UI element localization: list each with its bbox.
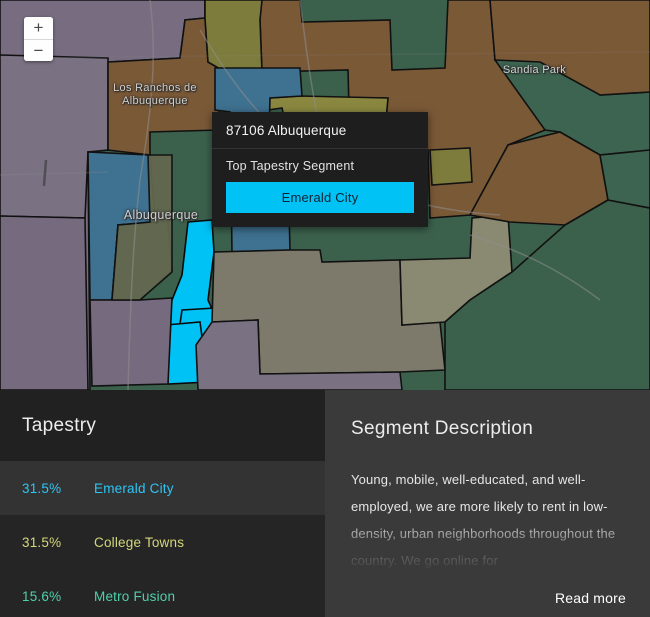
- segment-description-panel: Segment Description Young, mobile, well-…: [325, 390, 650, 617]
- description-text-wrapper: Young, mobile, well-educated, and well-e…: [351, 466, 624, 574]
- tapestry-percent: 31.5%: [22, 480, 62, 496]
- description-panel-header: Segment Description: [325, 390, 650, 440]
- description-text: Young, mobile, well-educated, and well-e…: [351, 472, 616, 568]
- popup-title: 87106 Albuquerque: [212, 112, 428, 149]
- table-row[interactable]: 31.5% Emerald City: [0, 461, 325, 515]
- tapestry-map-app: Los Ranchos de Albuquerque Albuquerque S…: [0, 0, 650, 617]
- zoom-out-button[interactable]: −: [24, 38, 53, 61]
- description-panel-title: Segment Description: [351, 418, 534, 439]
- tapestry-panel-header: Tapestry: [0, 390, 325, 461]
- map-canvas[interactable]: Los Ranchos de Albuquerque Albuquerque S…: [0, 0, 650, 390]
- tapestry-list: 31.5% Emerald City 31.5% College Towns 15.6%…: [0, 461, 325, 617]
- popup-body: Top Tapestry Segment Emerald City: [212, 149, 428, 227]
- zoom-in-button[interactable]: +: [24, 17, 53, 39]
- tapestry-percent: 31.5%: [22, 534, 62, 550]
- tapestry-segment-name[interactable]: Emerald City: [94, 481, 174, 496]
- bottom-panels: Tapestry 31.5% Emerald City 31.5% College T…: [0, 390, 650, 617]
- tapestry-segment-name[interactable]: College Towns: [94, 535, 184, 550]
- popup-subtitle: Top Tapestry Segment: [226, 159, 355, 173]
- tapestry-segment-name[interactable]: Metro Fusion: [94, 589, 175, 604]
- read-more-link[interactable]: Read more: [555, 590, 626, 606]
- tapestry-percent: 15.6%: [22, 588, 62, 604]
- zoom-controls: + −: [24, 17, 53, 61]
- tapestry-panel: Tapestry 31.5% Emerald City 31.5% College T…: [0, 390, 325, 617]
- table-row[interactable]: 15.6% Metro Fusion: [0, 569, 325, 617]
- popup-segment-chip[interactable]: Emerald City: [226, 182, 414, 213]
- table-row[interactable]: 31.5% College Towns: [0, 515, 325, 569]
- tapestry-panel-title: Tapestry: [22, 414, 97, 436]
- map-popup[interactable]: 87106 Albuquerque Top Tapestry Segment E…: [212, 112, 428, 227]
